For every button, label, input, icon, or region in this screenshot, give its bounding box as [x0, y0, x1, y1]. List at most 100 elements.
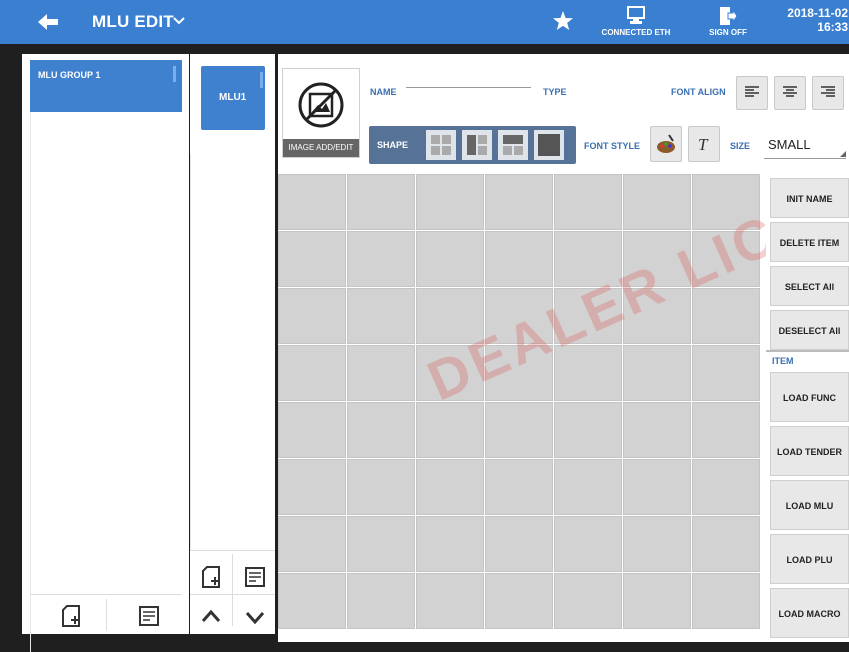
mlu-key-cell[interactable] [278, 573, 346, 629]
load-func-button[interactable]: LOAD FUNC [770, 372, 849, 422]
mlu-key-cell[interactable] [692, 573, 760, 629]
mlu-key-cell[interactable] [416, 516, 484, 572]
mlu-key-cell[interactable] [554, 573, 622, 629]
mlu-item[interactable]: MLU1 [201, 66, 265, 130]
mlu-key-cell[interactable] [554, 231, 622, 287]
mlu-key-cell[interactable] [416, 174, 484, 230]
size-select-value[interactable]: SMALL [768, 137, 811, 152]
mlu-key-cell[interactable] [278, 288, 346, 344]
mlu-key-cell[interactable] [485, 459, 553, 515]
type-label: TYPE [543, 87, 567, 97]
load-macro-button[interactable]: LOAD MACRO [770, 588, 849, 638]
image-add-edit-button[interactable]: IMAGE ADD/EDIT [282, 68, 360, 158]
mlu-key-cell[interactable] [347, 573, 415, 629]
mlu-key-cell[interactable] [623, 288, 691, 344]
mlu-key-cell[interactable] [278, 459, 346, 515]
mlu-key-cell[interactable] [485, 231, 553, 287]
dropdown-corner-icon[interactable] [840, 151, 846, 157]
align-center-button[interactable] [774, 76, 806, 110]
mlu-key-cell[interactable] [623, 174, 691, 230]
add-group-icon[interactable] [60, 605, 82, 627]
font-color-button[interactable] [650, 126, 682, 162]
load-plu-button[interactable]: LOAD PLU [770, 534, 849, 584]
mlu-key-cell[interactable] [278, 231, 346, 287]
signoff-button[interactable]: SIGN OFF [700, 4, 756, 42]
mlu-key-cell[interactable] [692, 516, 760, 572]
star-icon[interactable] [552, 10, 574, 32]
deselect-all-button[interactable]: DESELECT All [770, 310, 849, 350]
datetime: 2018-11-02 16:33 [782, 6, 848, 34]
mlu-key-cell[interactable] [623, 402, 691, 458]
font-align-label: FONT ALIGN [671, 87, 726, 97]
mlu-key-cell[interactable] [623, 516, 691, 572]
name-input[interactable] [406, 87, 531, 88]
mlu-key-cell[interactable] [347, 402, 415, 458]
mlu-key-cell[interactable] [347, 288, 415, 344]
shape-quad-button[interactable] [426, 130, 456, 160]
shape-wide-button[interactable] [498, 130, 528, 160]
font-italic-button[interactable]: T [688, 126, 720, 162]
mlu-key-cell[interactable] [554, 516, 622, 572]
mlu-key-cell[interactable] [623, 459, 691, 515]
back-arrow-icon[interactable] [36, 11, 60, 33]
chevron-down-icon[interactable] [172, 14, 186, 28]
mlu-key-cell[interactable] [554, 174, 622, 230]
shape-full-button[interactable] [534, 130, 564, 160]
mlu-key-cell[interactable] [485, 402, 553, 458]
mlu-key-cell[interactable] [623, 573, 691, 629]
mlu-key-cell[interactable] [347, 345, 415, 401]
mlu-key-cell[interactable] [554, 402, 622, 458]
mlu-key-cell[interactable] [692, 288, 760, 344]
mlu-key-cell[interactable] [347, 459, 415, 515]
edit-list-icon[interactable] [244, 566, 266, 588]
load-plu-label: LOAD PLU [786, 555, 833, 565]
mlu-key-cell[interactable] [554, 345, 622, 401]
mlu-key-cell[interactable] [692, 459, 760, 515]
mlu-key-cell[interactable] [692, 402, 760, 458]
mlu-key-cell[interactable] [554, 459, 622, 515]
mlu-key-cell[interactable] [416, 288, 484, 344]
mlu-key-cell[interactable] [278, 174, 346, 230]
align-right-button[interactable] [812, 76, 844, 110]
mlu-key-cell[interactable] [485, 573, 553, 629]
chevron-up-icon[interactable] [200, 606, 222, 628]
select-all-label: SELECT All [784, 282, 835, 292]
editor-panel: IMAGE ADD/EDIT NAME TYPE FONT ALIGN SHAP… [278, 54, 849, 642]
mlu-key-cell[interactable] [416, 345, 484, 401]
connection-status[interactable]: CONNECTED ETH [596, 4, 676, 42]
mlu-key-cell[interactable] [416, 231, 484, 287]
mlu-key-cell[interactable] [278, 516, 346, 572]
mlu-key-cell[interactable] [485, 174, 553, 230]
mlu-key-cell[interactable] [554, 288, 622, 344]
mlu-key-cell[interactable] [485, 288, 553, 344]
mlu-key-cell[interactable] [692, 174, 760, 230]
mlu-key-cell[interactable] [623, 231, 691, 287]
mlu-key-cell[interactable] [416, 402, 484, 458]
edit-list-icon[interactable] [138, 605, 160, 627]
group-toolbar [30, 594, 182, 635]
mlu-key-cell[interactable] [347, 174, 415, 230]
delete-item-button[interactable]: DELETE ITEM [770, 222, 849, 262]
mlu-key-cell[interactable] [278, 402, 346, 458]
mlu-key-cell[interactable] [347, 516, 415, 572]
chevron-down-icon[interactable] [244, 606, 266, 628]
mlu-key-cell[interactable] [485, 516, 553, 572]
mlu-key-cell[interactable] [416, 459, 484, 515]
mlu-key-cell[interactable] [692, 345, 760, 401]
mlu-key-cell[interactable] [623, 345, 691, 401]
mlu-key-cell[interactable] [347, 231, 415, 287]
shape-tall-button[interactable] [462, 130, 492, 160]
init-name-button[interactable]: INIT NAME [770, 178, 849, 218]
add-mlu-icon[interactable] [200, 566, 222, 588]
mlu-key-cell[interactable] [692, 231, 760, 287]
load-mlu-button[interactable]: LOAD MLU [770, 480, 849, 530]
mlu-key-cell[interactable] [416, 573, 484, 629]
align-left-button[interactable] [736, 76, 768, 110]
page-title[interactable]: MLU EDIT [92, 12, 174, 32]
mlu-key-cell[interactable] [485, 345, 553, 401]
load-tender-button[interactable]: LOAD TENDER [770, 426, 849, 476]
group-item[interactable]: MLU GROUP 1 [30, 60, 182, 112]
select-all-button[interactable]: SELECT All [770, 266, 849, 306]
mlu-key-cell[interactable] [278, 345, 346, 401]
align-center-icon [783, 86, 797, 97]
